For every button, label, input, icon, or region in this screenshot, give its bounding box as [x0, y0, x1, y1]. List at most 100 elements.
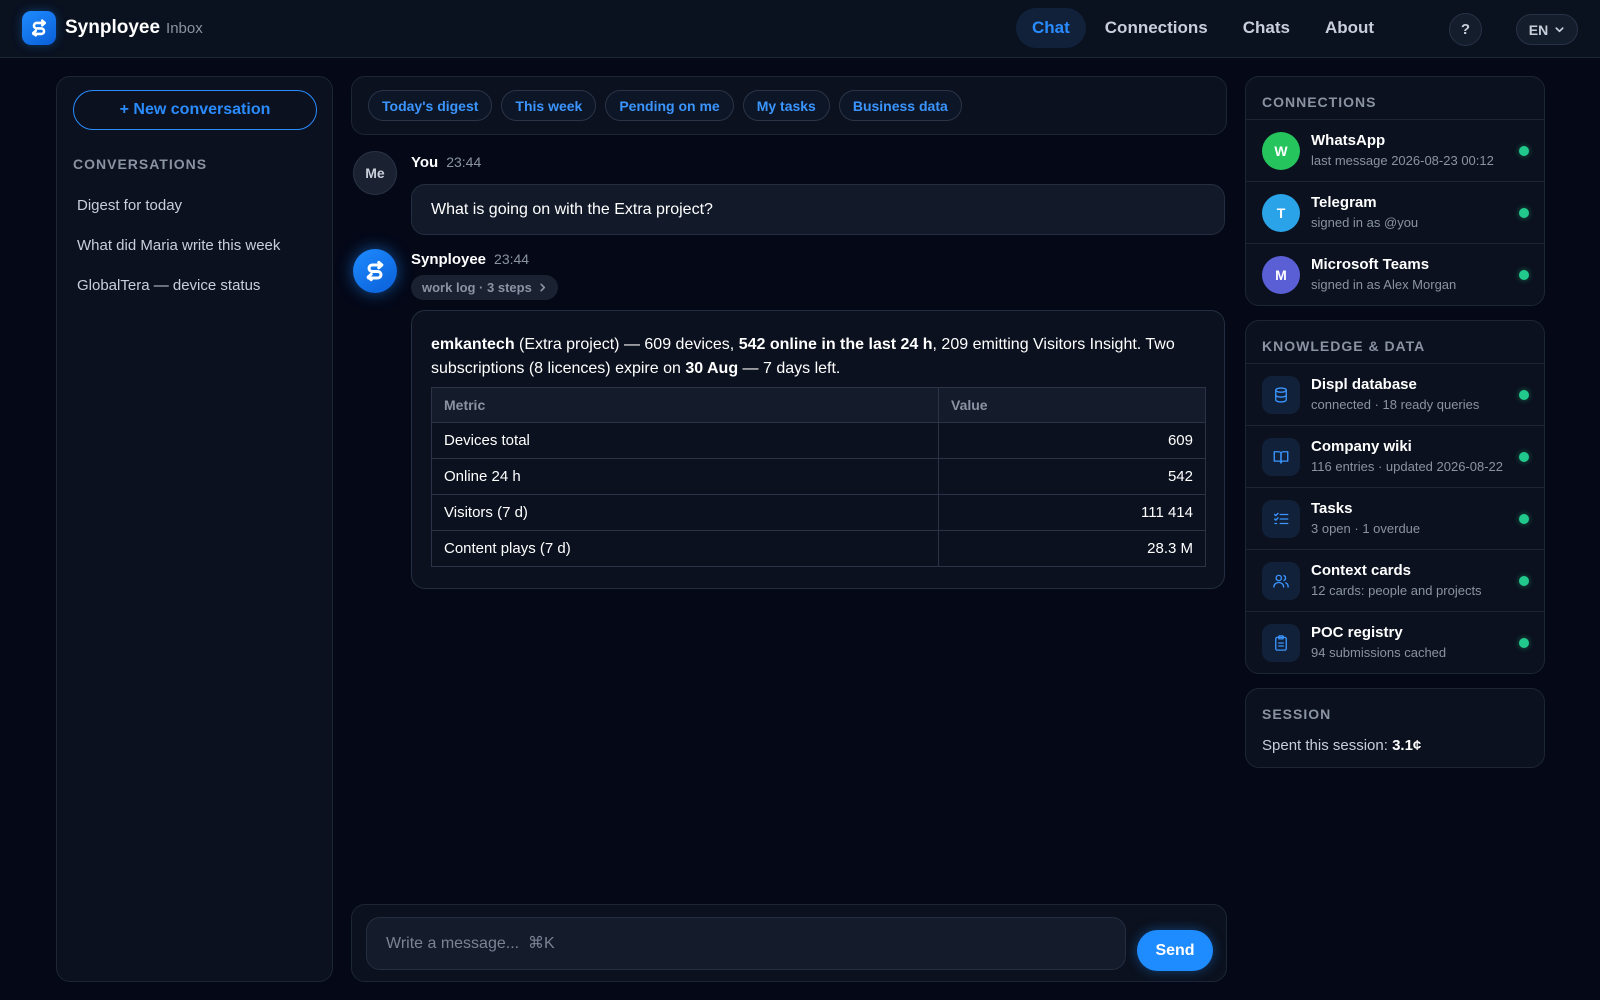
database-icon	[1262, 376, 1300, 414]
status-online-icon	[1519, 452, 1529, 462]
session-cost: Spent this session: 3.1¢	[1262, 737, 1421, 754]
main-nav: Chat Connections Chats About	[1016, 8, 1393, 48]
status-online-icon	[1519, 514, 1529, 524]
bot-message-header: Synployee 23:44	[411, 251, 529, 268]
knowledge-displ-database[interactable]: Displ database connected · 18 ready quer…	[1246, 363, 1544, 425]
quick-prompts-bar: Today's digest This week Pending on me M…	[351, 76, 1227, 135]
people-icon	[1262, 562, 1300, 600]
user-avatar: Me	[353, 151, 397, 195]
knowledge-title: Company wiki	[1311, 438, 1412, 455]
message-time: 23:44	[494, 251, 530, 267]
chevron-down-icon	[1555, 27, 1564, 33]
bot-message-text: emkantech (Extra project) — 609 devices,…	[431, 333, 1211, 381]
user-message-header: You 23:44	[411, 154, 481, 171]
teams-icon: M	[1262, 256, 1300, 294]
connection-whatsapp[interactable]: W WhatsApp last message 2026-08-23 00:12	[1246, 119, 1544, 181]
connections-panel: Connections W WhatsApp last message 2026…	[1245, 76, 1545, 306]
bot-text-part: 542 online in the last 24 h	[738, 336, 933, 353]
metric-cell: Online 24 h	[431, 458, 939, 495]
bot-avatar	[353, 249, 397, 293]
metric-cell: Devices total	[431, 422, 939, 459]
chevron-right-icon	[540, 283, 545, 292]
status-online-icon	[1519, 208, 1529, 218]
column-header: Value	[938, 387, 1206, 423]
top-bar: Synployee Inbox Chat Connections Chats A…	[0, 0, 1600, 58]
knowledge-title: Context cards	[1311, 562, 1412, 579]
brand[interactable]: Synployee Inbox	[22, 11, 203, 45]
knowledge-panel: Knowledge & data Displ database connecte…	[1245, 320, 1545, 674]
nav-connections[interactable]: Connections	[1089, 8, 1224, 48]
connection-teams[interactable]: M Microsoft Teams signed in as Alex Morg…	[1246, 243, 1544, 305]
conversation-item[interactable]: GlobalTera — device status	[73, 265, 317, 305]
connection-telegram[interactable]: T Telegram signed in as @you	[1246, 181, 1544, 243]
knowledge-subtitle: connected · 18 ready queries	[1311, 397, 1480, 412]
conversation-item[interactable]: What did Maria write this week	[73, 225, 317, 265]
new-conversation-button[interactable]: + New conversation	[73, 90, 317, 130]
help-icon: ?	[1460, 21, 1471, 38]
work-log-label: work log · 3 steps	[422, 280, 532, 295]
connection-subtitle: signed in as @you	[1311, 215, 1419, 230]
status-online-icon	[1519, 390, 1529, 400]
checklist-icon	[1262, 500, 1300, 538]
bot-text-part: (Extra project) — 609 devices,	[514, 336, 739, 353]
knowledge-title: POC registry	[1311, 624, 1403, 641]
chip-business-data[interactable]: Business data	[838, 90, 962, 121]
metric-cell: Content plays (7 d)	[431, 530, 939, 567]
value-cell: 28.3 M	[938, 530, 1206, 567]
clipboard-icon	[1262, 624, 1300, 662]
book-icon	[1262, 438, 1300, 476]
knowledge-title: Tasks	[1311, 500, 1353, 517]
user-message-text: What is going on with the Extra project?	[431, 200, 713, 218]
message-author: Synployee	[411, 251, 487, 268]
message-input[interactable]	[366, 917, 1126, 970]
help-button[interactable]: ?	[1449, 13, 1482, 46]
knowledge-tasks[interactable]: Tasks 3 open · 1 overdue	[1246, 487, 1544, 549]
status-online-icon	[1519, 270, 1529, 280]
whatsapp-icon: W	[1262, 132, 1300, 170]
message-author: You	[411, 154, 439, 171]
knowledge-poc-registry[interactable]: POC registry 94 submissions cached	[1246, 611, 1544, 673]
bot-text-part: emkantech	[431, 336, 515, 353]
conversation-item[interactable]: Digest for today	[73, 185, 317, 225]
column-header: Metric	[431, 387, 939, 423]
status-online-icon	[1519, 146, 1529, 156]
knowledge-subtitle: 94 submissions cached	[1311, 645, 1447, 660]
user-message-bubble: What is going on with the Extra project?	[411, 184, 1225, 235]
bot-text-part: 30 Aug	[685, 360, 739, 377]
metric-cell: Visitors (7 d)	[431, 494, 939, 531]
bot-text-part: — 7 days left.	[738, 360, 841, 377]
chip-my-tasks[interactable]: My tasks	[742, 90, 830, 121]
conversations-heading: Conversations	[73, 156, 208, 172]
session-panel: Session Spent this session: 3.1¢	[1245, 688, 1545, 768]
synployee-logo-icon	[366, 260, 384, 282]
nav-about[interactable]: About	[1309, 8, 1390, 48]
connection-subtitle: last message 2026-08-23 00:12	[1311, 153, 1494, 168]
knowledge-context-cards[interactable]: Context cards 12 cards: people and proje…	[1246, 549, 1544, 611]
session-heading: Session	[1262, 706, 1332, 722]
session-cost-label: Spent this session:	[1262, 737, 1393, 754]
brand-subtitle: Inbox	[166, 19, 203, 37]
knowledge-subtitle: 12 cards: people and projects	[1311, 583, 1482, 598]
send-button[interactable]: Send	[1137, 930, 1213, 971]
nav-chat[interactable]: Chat	[1016, 8, 1086, 48]
connection-subtitle: signed in as Alex Morgan	[1311, 277, 1457, 292]
connection-title: Microsoft Teams	[1311, 256, 1430, 273]
knowledge-company-wiki[interactable]: Company wiki 116 entries · updated 2026-…	[1246, 425, 1544, 487]
message-composer: Send	[351, 904, 1227, 982]
chip-todays-digest[interactable]: Today's digest	[368, 90, 493, 121]
table-row: Visitors (7 d) 111 414	[431, 494, 1206, 531]
language-select[interactable]: EN	[1516, 14, 1578, 45]
status-online-icon	[1519, 638, 1529, 648]
conversation-list: Digest for today What did Maria write th…	[73, 185, 317, 305]
nav-chats[interactable]: Chats	[1227, 8, 1306, 48]
value-cell: 609	[938, 422, 1206, 459]
metrics-table: Metric Value Devices total 609 Online 24…	[431, 387, 1206, 567]
value-cell: 542	[938, 458, 1206, 495]
telegram-icon: T	[1262, 194, 1300, 232]
connection-title: Telegram	[1311, 194, 1377, 211]
message-time: 23:44	[446, 154, 482, 170]
bot-message-bubble: emkantech (Extra project) — 609 devices,…	[411, 310, 1225, 589]
chip-this-week[interactable]: This week	[501, 90, 597, 121]
work-log-toggle[interactable]: work log · 3 steps	[411, 275, 558, 300]
chip-pending-on-me[interactable]: Pending on me	[605, 90, 734, 121]
